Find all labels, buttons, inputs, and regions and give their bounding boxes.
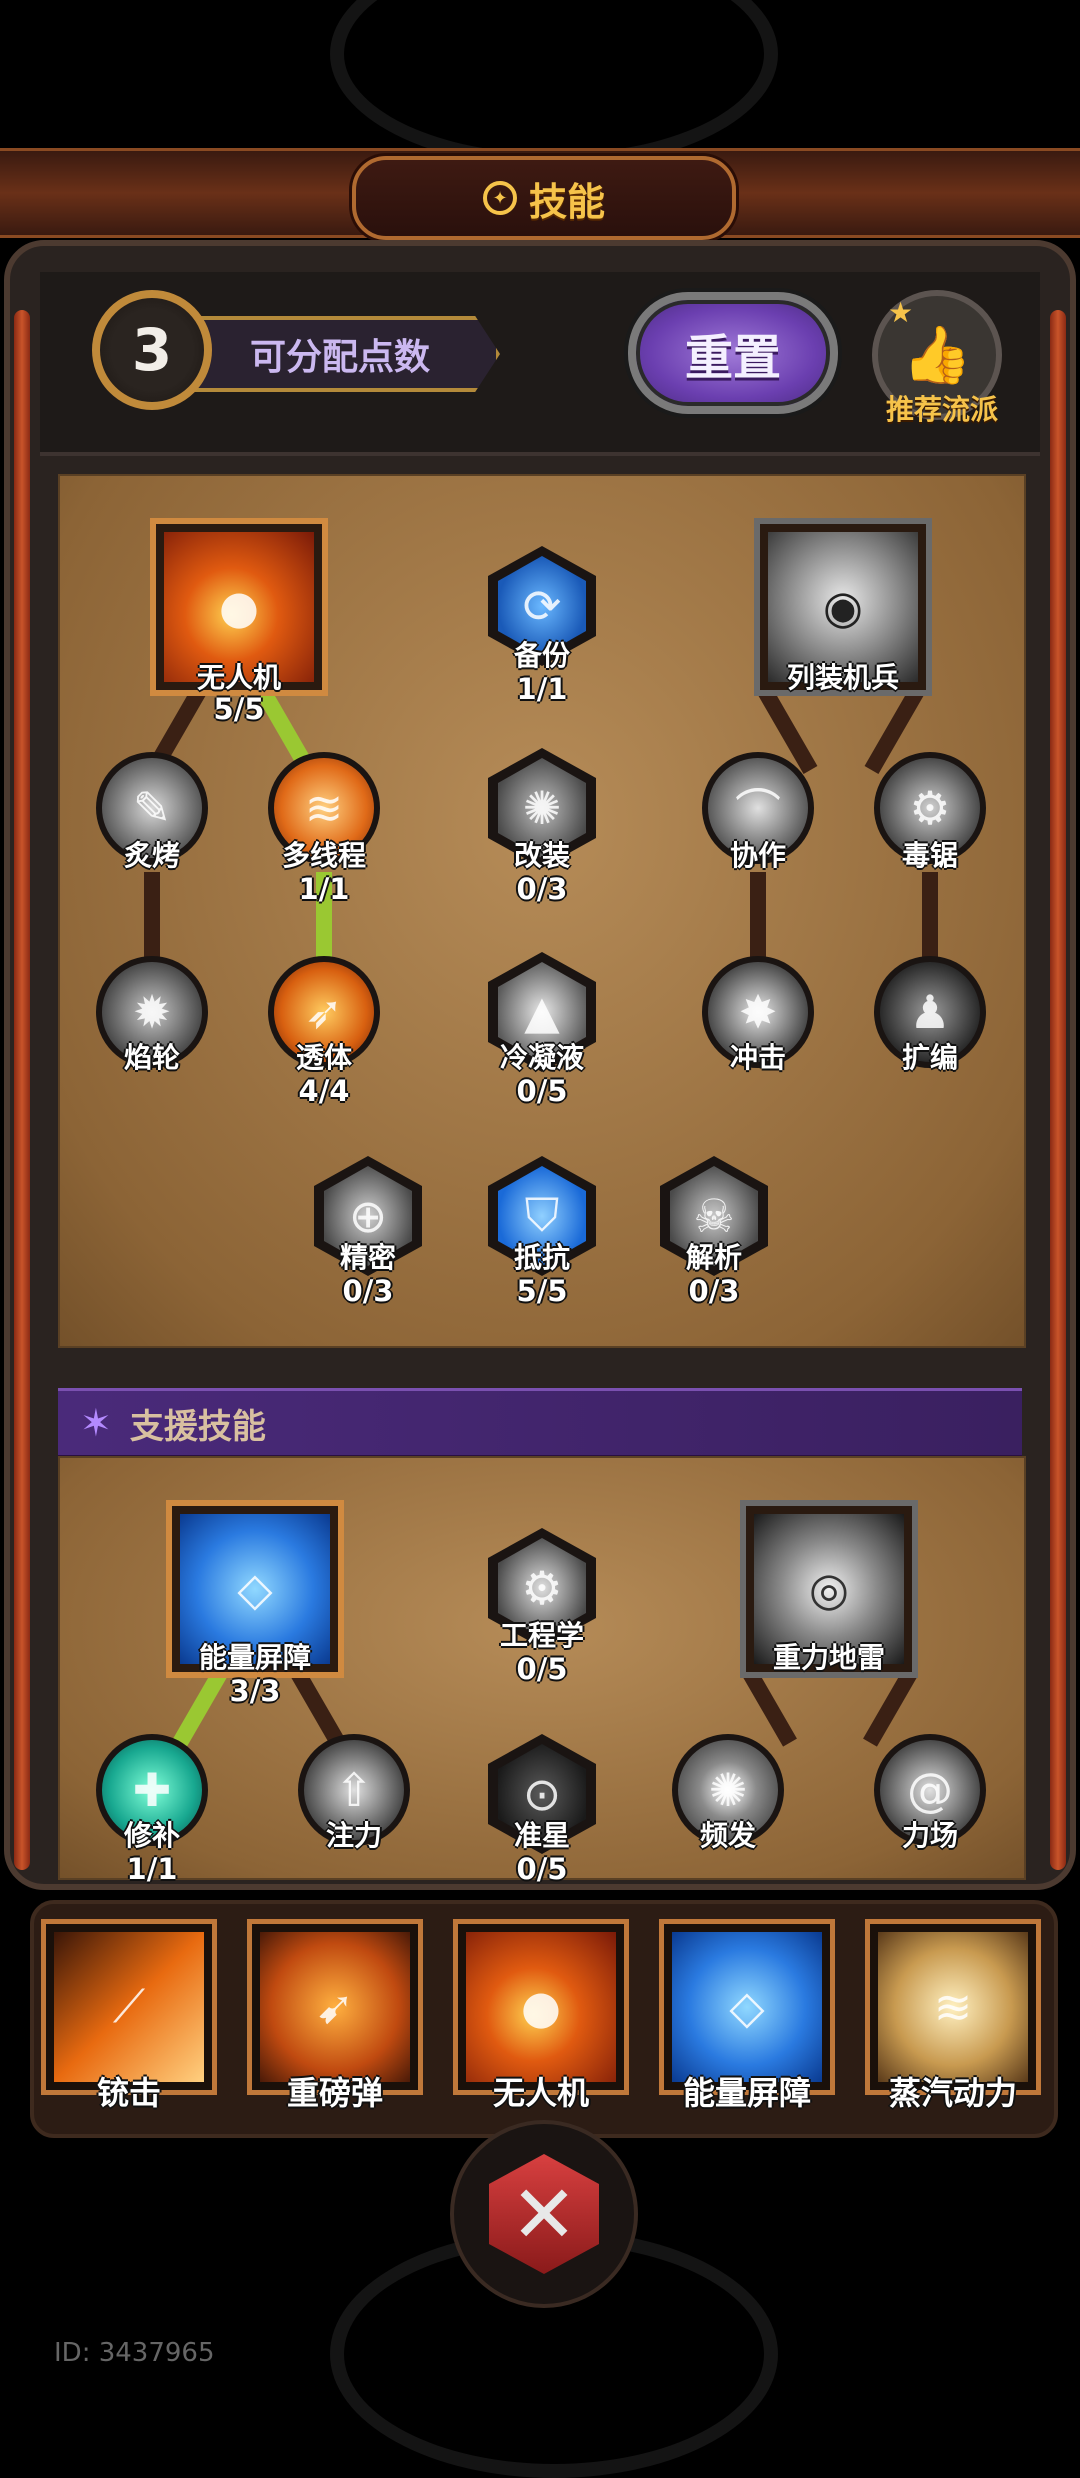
skill-count: 0/3	[688, 1274, 740, 1308]
skill-count: 0/3	[516, 872, 568, 906]
skill-label: 无人机	[196, 661, 282, 694]
skill-label: 频发	[699, 1819, 757, 1852]
skill-label: 准星	[513, 1819, 571, 1852]
skill-count: 1/1	[516, 672, 568, 706]
right-rail	[1050, 310, 1066, 1870]
equipped-slot-1[interactable]: ⟋	[46, 1924, 212, 2090]
available-points-count: 3	[92, 290, 212, 410]
skill-count: 0/3	[342, 1274, 394, 1308]
skill-label: 列装机兵	[786, 661, 900, 694]
equipped-slot-3[interactable]: ●	[458, 1924, 624, 2090]
skill-label: 精密	[339, 1241, 397, 1274]
close-icon: ✕	[489, 2154, 599, 2274]
skill-count: 4/4	[298, 1074, 350, 1108]
skill-count: 0/5	[516, 1074, 568, 1108]
skill-label: 毒锯	[901, 839, 959, 872]
connector-line	[750, 872, 766, 962]
drone-icon: ●	[520, 1980, 562, 2034]
skill-count: 1/1	[126, 1852, 178, 1886]
equipped-label: 无人机	[492, 2074, 590, 2112]
player-id: ID: 3437965	[54, 2338, 215, 2368]
skill-label: 注力	[325, 1819, 383, 1852]
skill-label: 焰轮	[123, 1041, 181, 1074]
slash-icon: ⟋	[112, 1979, 146, 2033]
skill-label: 力场	[901, 1819, 959, 1852]
close-button[interactable]: ✕	[450, 2120, 638, 2308]
skill-label: 冷凝液	[499, 1041, 585, 1074]
skill-count: 5/5	[213, 692, 265, 726]
skill-label: 扩编	[901, 1041, 959, 1074]
star-icon: ★	[888, 296, 914, 329]
equipped-slot-4[interactable]: ◇	[664, 1924, 830, 2090]
connector-line	[922, 872, 938, 962]
missiles-icon: ➹	[315, 1980, 355, 2034]
skill-label: 透体	[295, 1041, 353, 1074]
background-ornament	[330, 0, 778, 168]
skill-count: 0/5	[516, 1852, 568, 1886]
page-title: 技能	[528, 179, 605, 224]
skill-label: 工程学	[499, 1619, 585, 1652]
skill-label: 炙烤	[123, 839, 181, 872]
thumbs-up-icon: 👍	[902, 323, 972, 388]
skill-count: 0/5	[516, 1652, 568, 1686]
skill-label: 能量屏障	[198, 1641, 312, 1674]
support-skills-header: ✶ 支援技能	[58, 1388, 1022, 1458]
skill-count: 5/5	[516, 1274, 568, 1308]
skill-label: 冲击	[729, 1041, 787, 1074]
skill-label: 解析	[685, 1241, 743, 1274]
connector-line	[144, 872, 160, 962]
pentagram-icon: ✦	[482, 181, 517, 215]
skill-label: 抵抗	[513, 1241, 571, 1274]
equipped-label: 重磅弹	[286, 2074, 384, 2112]
steam-icon: ≋	[933, 1980, 973, 2034]
skill-count: 1/1	[298, 872, 350, 906]
title-plate: ✦ 技能	[352, 156, 736, 240]
skill-count: 3/3	[229, 1674, 281, 1708]
recommended-build-label: 推荐流派	[885, 393, 998, 426]
reset-button[interactable]: 重置	[628, 292, 838, 414]
skill-label: 协作	[729, 839, 787, 872]
skill-label: 改装	[513, 839, 571, 872]
equipped-label: 蒸汽动力	[888, 2074, 1018, 2112]
equipped-slot-5[interactable]: ≋	[870, 1924, 1036, 2090]
left-rail	[14, 310, 30, 1870]
skill-label: 重力地雷	[772, 1641, 886, 1674]
skill-label: 多线程	[281, 839, 367, 872]
skill-label: 备份	[513, 639, 571, 672]
available-points-label: 可分配点数	[190, 316, 500, 392]
support-skills-title: 支援技能	[129, 1406, 266, 1447]
star-icon: ✶	[80, 1401, 112, 1445]
equipped-label: 能量屏障	[682, 2074, 812, 2112]
crystal-icon: ◇	[729, 1980, 765, 2034]
equipped-slot-2[interactable]: ➹	[252, 1924, 418, 2090]
skill-label: 修补	[123, 1819, 181, 1852]
equipped-label: 铳击	[96, 2074, 162, 2112]
